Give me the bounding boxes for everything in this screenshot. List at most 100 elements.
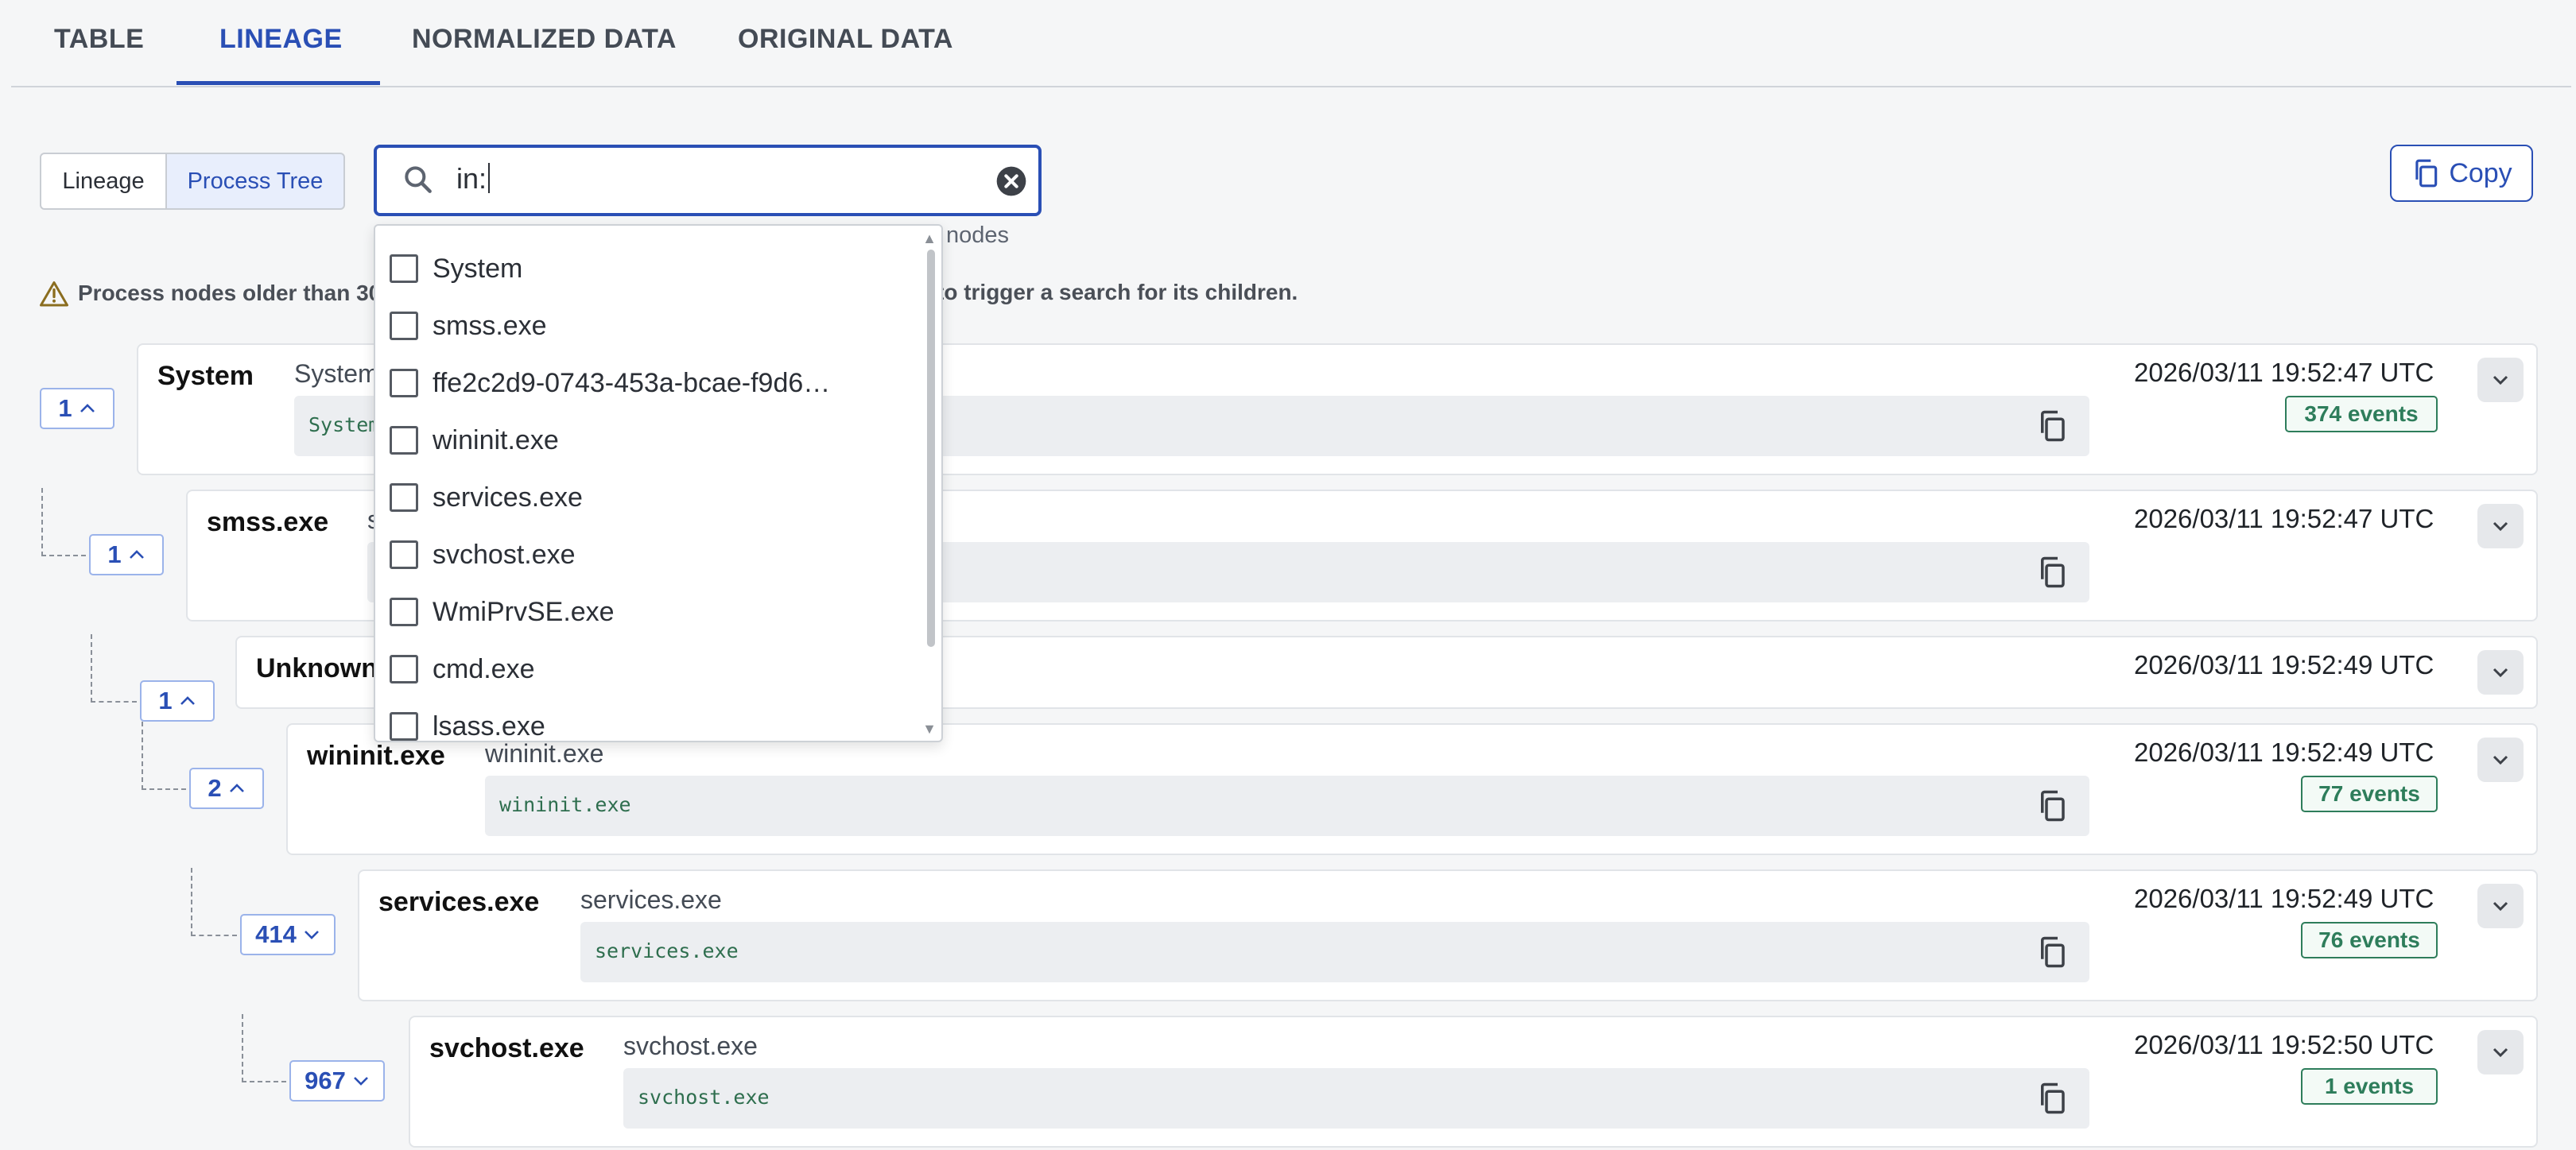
scroll-up-arrow[interactable]: ▲	[922, 230, 937, 247]
dropdown-option[interactable]: smss.exe	[390, 297, 547, 354]
command-line-text: services.exe	[595, 939, 739, 962]
option-label: wininit.exe	[433, 424, 559, 455]
chevron-up-icon	[180, 696, 195, 705]
tab-lineage[interactable]: LINEAGE	[219, 24, 343, 55]
command-line-text: svchost.exe	[638, 1086, 770, 1109]
tree-connector	[242, 1014, 286, 1082]
process-name: System	[157, 361, 254, 391]
process-command: svchost.exe	[623, 1032, 758, 1060]
option-checkbox[interactable]	[390, 254, 418, 283]
scrollbar-thumb[interactable]	[927, 250, 935, 647]
child-count-toggle[interactable]: 414	[240, 914, 336, 955]
chevron-down-icon	[2493, 755, 2508, 765]
copy-icon[interactable]	[2035, 1082, 2069, 1115]
expand-row-button[interactable]	[2477, 504, 2524, 548]
text-caret	[488, 163, 491, 193]
chevron-down-icon	[2493, 668, 2508, 678]
warning-text-start: Process nodes older than 30	[78, 281, 382, 305]
command-line-text: System	[308, 413, 381, 436]
chevron-up-icon	[129, 550, 144, 559]
expand-row-button[interactable]	[2477, 1030, 2524, 1074]
process-name: services.exe	[378, 887, 540, 917]
option-label: smss.exe	[433, 310, 547, 341]
option-label: System	[433, 253, 523, 284]
search-value: in:	[456, 162, 487, 195]
events-badge[interactable]: 1 events	[2301, 1068, 2438, 1105]
process-tree-toggle-button[interactable]: Process Tree	[165, 153, 345, 210]
process-name: svchost.exe	[429, 1033, 584, 1063]
copy-icon	[2415, 159, 2438, 188]
age-warning: Process nodes older than 30 to trigger a…	[40, 280, 1298, 307]
command-line-box: svchost.exe	[623, 1068, 2089, 1129]
option-checkbox[interactable]	[390, 540, 418, 569]
search-input[interactable]: in:	[374, 145, 1042, 216]
dropdown-option[interactable]: WmiPrvSE.exe	[390, 583, 615, 641]
child-count-toggle[interactable]: 967	[289, 1060, 385, 1102]
events-badge[interactable]: 374 events	[2285, 396, 2438, 432]
option-checkbox[interactable]	[390, 369, 418, 397]
process-name: Unknown	[256, 653, 378, 683]
warning-text-end: to trigger a search for its children.	[937, 280, 1298, 304]
child-count: 1	[158, 687, 173, 714]
tab-normalized-data[interactable]: NORMALIZED DATA	[412, 24, 677, 55]
copy-button[interactable]: Copy	[2390, 145, 2533, 202]
dropdown-option[interactable]: ffe2c2d9-0743-453a-bcae-f9d6…	[390, 354, 830, 412]
child-count-toggle[interactable]: 1	[89, 534, 164, 575]
copy-icon[interactable]	[2035, 556, 2069, 589]
warning-icon	[40, 281, 68, 307]
option-label: services.exe	[433, 482, 583, 513]
dropdown-option[interactable]: cmd.exe	[390, 641, 535, 698]
tree-connector	[91, 634, 137, 703]
option-checkbox[interactable]	[390, 483, 418, 512]
child-count-toggle[interactable]: 1	[140, 680, 215, 722]
chevron-up-icon	[80, 404, 95, 412]
expand-row-button[interactable]	[2477, 650, 2524, 695]
copy-icon[interactable]	[2035, 935, 2069, 969]
chevron-up-icon	[229, 784, 244, 792]
copy-icon[interactable]	[2035, 409, 2069, 443]
option-label: WmiPrvSE.exe	[433, 596, 615, 627]
dropdown-option[interactable]: services.exe	[390, 469, 583, 526]
child-count-toggle[interactable]: 2	[189, 768, 264, 809]
process-timestamp: 2026/03/11 19:52:49 UTC	[2134, 884, 2434, 913]
option-label: lsass.exe	[433, 711, 545, 741]
child-count: 1	[58, 394, 72, 422]
process-timestamp: 2026/03/11 19:52:50 UTC	[2134, 1030, 2434, 1059]
dropdown-option[interactable]: wininit.exe	[390, 412, 559, 469]
expand-row-button[interactable]	[2477, 358, 2524, 402]
tree-connector	[191, 868, 237, 936]
tab-bar: TABLE LINEAGE NORMALIZED DATA ORIGINAL D…	[11, 0, 2571, 87]
option-checkbox[interactable]	[390, 312, 418, 340]
dropdown-option[interactable]: System	[390, 240, 522, 297]
child-count-toggle[interactable]: 1	[40, 388, 114, 429]
search-icon	[405, 166, 432, 193]
lineage-toggle-button[interactable]: Lineage	[40, 153, 167, 210]
search-suggestions-dropdown: lsass.exe cmd.exe WmiPrvSE.exe svchost.exe s…	[374, 224, 943, 742]
expand-row-button[interactable]	[2477, 738, 2524, 782]
dropdown-option[interactable]: lsass.exe	[390, 698, 545, 741]
option-checkbox[interactable]	[390, 712, 418, 741]
events-badge[interactable]: 77 events	[2301, 776, 2438, 812]
process-command: services.exe	[580, 885, 722, 914]
search-hint: nodes	[946, 223, 1010, 248]
clear-icon[interactable]	[995, 165, 1027, 197]
tree-connector	[142, 722, 186, 790]
child-count: 414	[255, 920, 297, 948]
process-timestamp: 2026/03/11 19:52:47 UTC	[2134, 358, 2434, 387]
chevron-down-icon	[2493, 375, 2508, 385]
command-line-text: wininit.exe	[499, 793, 631, 816]
child-count: 1	[107, 540, 122, 568]
copy-icon[interactable]	[2035, 789, 2069, 823]
option-checkbox[interactable]	[390, 426, 418, 455]
scroll-down-arrow[interactable]: ▼	[922, 721, 937, 738]
dropdown-option[interactable]: svchost.exe	[390, 526, 576, 583]
events-badge[interactable]: 76 events	[2301, 922, 2438, 958]
chevron-down-icon	[2493, 1047, 2508, 1058]
option-checkbox[interactable]	[390, 598, 418, 626]
option-checkbox[interactable]	[390, 655, 418, 683]
child-count: 967	[305, 1067, 346, 1094]
expand-row-button[interactable]	[2477, 884, 2524, 928]
option-label: cmd.exe	[433, 653, 535, 684]
tab-table[interactable]: TABLE	[54, 24, 144, 55]
tab-original-data[interactable]: ORIGINAL DATA	[738, 24, 953, 55]
